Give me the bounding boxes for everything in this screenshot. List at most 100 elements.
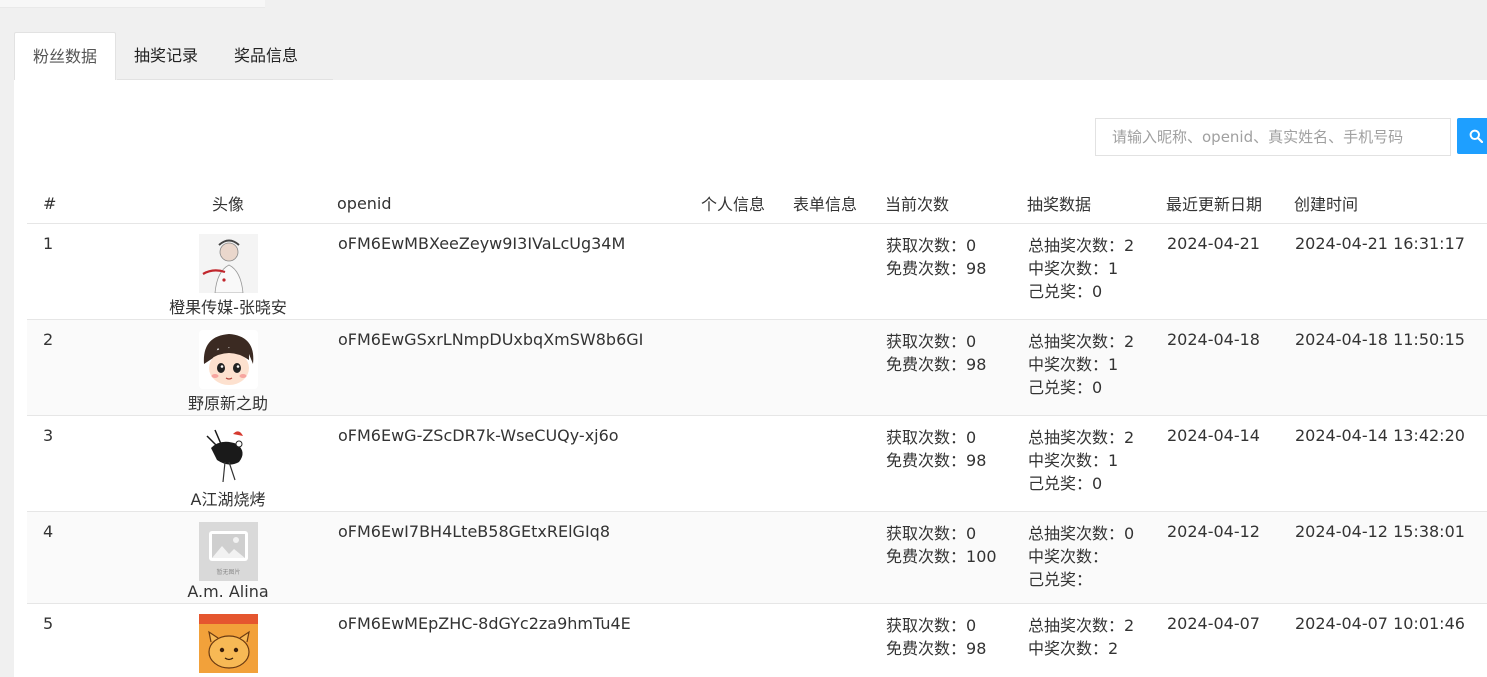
- top-strip: [0, 0, 265, 8]
- wins-label: 中奖次数：: [1028, 451, 1109, 470]
- redeemed-line: 己兑奖：0: [1028, 280, 1165, 303]
- draw-data-cell: 总抽奖次数：2 中奖次数：1 己兑奖：0: [1027, 319, 1166, 416]
- avatar-orange-cat: [198, 614, 258, 673]
- obtained-count-line: 获取次数：0: [886, 330, 1026, 353]
- avatar-nickname: A.m. Alina: [187, 582, 269, 601]
- row-index: 5: [27, 603, 119, 677]
- row-index: 4: [27, 511, 119, 604]
- tab-prize-info[interactable]: 奖品信息: [216, 32, 316, 80]
- wins-line: 中奖次数：2: [1028, 637, 1165, 660]
- redeemed-label: 己兑奖：: [1028, 570, 1093, 589]
- total-draws-value: 2: [1124, 236, 1135, 255]
- total-draws-line: 总抽奖次数：0: [1028, 522, 1165, 545]
- table-row[interactable]: 2 野原新之助 oFM6EwGSxrLNmpDUxbqXmSW8b6GI 获取次…: [27, 319, 1487, 416]
- wins-label: 中奖次数：: [1028, 355, 1109, 374]
- draw-data-cell: 总抽奖次数：2 中奖次数：1 己兑奖：0: [1027, 415, 1166, 512]
- total-draws-line: 总抽奖次数：2: [1028, 426, 1165, 449]
- table-row[interactable]: 1 橙果传媒-张晓安 oFM6EwMBXeeZeyw9I3IVaLcUg34M: [27, 223, 1487, 320]
- obtained-value: 0: [966, 332, 977, 351]
- table-row[interactable]: 3 A江湖烧烤 oFM6EwG-ZScDR7k-WseCUQy-xj6o 获取次…: [27, 415, 1487, 512]
- search-input[interactable]: [1095, 118, 1451, 156]
- col-header-avatar: 头像: [119, 183, 337, 224]
- avatar-nickname: A江湖烧烤: [190, 490, 266, 509]
- wins-line: 中奖次数：1: [1028, 257, 1165, 280]
- wins-value: 1: [1108, 355, 1119, 374]
- total-draws-value: 0: [1124, 524, 1135, 543]
- created-cell: 2024-04-21 16:31:17: [1294, 223, 1487, 320]
- personal-info-cell: [701, 603, 793, 677]
- updated-cell: 2024-04-07: [1166, 603, 1294, 677]
- col-header-personal-info: 个人信息: [701, 183, 793, 224]
- personal-info-cell: [701, 415, 793, 512]
- obtained-label: 获取次数：: [886, 428, 967, 447]
- total-draws-label: 总抽奖次数：: [1028, 616, 1125, 635]
- updated-cell: 2024-04-14: [1166, 415, 1294, 512]
- obtained-label: 获取次数：: [886, 616, 967, 635]
- tab-fans-data[interactable]: 粉丝数据: [14, 32, 117, 80]
- avatar-cell: 野原新之助: [119, 319, 337, 416]
- avatar-cartoon-girl: [198, 330, 258, 389]
- current-count-cell: 获取次数：0 免费次数：98: [885, 603, 1027, 677]
- redeemed-value: 0: [1092, 378, 1103, 397]
- avatar-photo: [198, 234, 258, 293]
- tab-draw-records[interactable]: 抽奖记录: [116, 32, 216, 80]
- wins-value: 2: [1108, 639, 1119, 658]
- avatar-cell: A江湖烧烤: [119, 415, 337, 512]
- free-value: 98: [966, 259, 987, 278]
- obtained-value: 0: [966, 428, 977, 447]
- obtained-value: 0: [966, 616, 977, 635]
- total-draws-label: 总抽奖次数：: [1028, 524, 1125, 543]
- row-index: 3: [27, 415, 119, 512]
- free-label: 免费次数：: [886, 451, 967, 470]
- free-count-line: 免费次数：98: [886, 637, 1026, 660]
- table-row[interactable]: 4 暂无图片 A.m. Alina oFM6EwI7BH4LteB58GEtxR…: [27, 511, 1487, 604]
- tab-bar: 粉丝数据 抽奖记录 奖品信息: [14, 32, 316, 80]
- total-draws-label: 总抽奖次数：: [1028, 236, 1125, 255]
- created-cell: 2024-04-12 15:38:01: [1294, 511, 1487, 604]
- personal-info-cell: [701, 319, 793, 416]
- row-index: 1: [27, 223, 119, 320]
- obtained-count-line: 获取次数：0: [886, 426, 1026, 449]
- total-draws-line: 总抽奖次数：2: [1028, 330, 1165, 353]
- openid-cell: oFM6EwI7BH4LteB58GEtxRElGIq8: [337, 511, 701, 604]
- table-row[interactable]: 5 oFM6EwMEpZHC-8dGYc2za9hmTu4E 获取次数：0 免费…: [27, 603, 1487, 677]
- redeemed-line: 己兑奖：0: [1028, 472, 1165, 495]
- form-info-cell: [793, 511, 885, 604]
- obtained-label: 获取次数：: [886, 236, 967, 255]
- form-info-cell: [793, 415, 885, 512]
- wins-line: 中奖次数：1: [1028, 449, 1165, 472]
- obtained-count-line: 获取次数：0: [886, 234, 1026, 257]
- obtained-value: 0: [966, 236, 977, 255]
- openid-cell: oFM6EwG-ZScDR7k-WseCUQy-xj6o: [337, 415, 701, 512]
- free-value: 98: [966, 355, 987, 374]
- col-header-form-info: 表单信息: [793, 183, 885, 224]
- avatar-nickname: 野原新之助: [187, 394, 268, 413]
- search-icon: [1469, 129, 1483, 143]
- form-info-cell: [793, 319, 885, 416]
- total-draws-label: 总抽奖次数：: [1028, 428, 1125, 447]
- form-info-cell: [793, 223, 885, 320]
- wins-value: 1: [1108, 259, 1119, 278]
- draw-data-cell: 总抽奖次数：2 中奖次数：2: [1027, 603, 1166, 677]
- redeemed-line: 己兑奖：0: [1028, 376, 1165, 399]
- row-index: 2: [27, 319, 119, 416]
- content-panel: # 头像 openid 个人信息 表单信息 当前次数 抽奖数据 最近更新日期 创…: [14, 80, 1487, 677]
- wins-label: 中奖次数：: [1028, 547, 1109, 566]
- personal-info-cell: [701, 223, 793, 320]
- col-header-created: 创建时间: [1294, 183, 1487, 224]
- personal-info-cell: [701, 511, 793, 604]
- free-value: 98: [966, 639, 987, 658]
- created-cell: 2024-04-14 13:42:20: [1294, 415, 1487, 512]
- search-button[interactable]: [1457, 118, 1487, 154]
- redeemed-label: 己兑奖：: [1028, 378, 1093, 397]
- obtained-count-line: 获取次数：0: [886, 522, 1026, 545]
- current-count-cell: 获取次数：0 免费次数：98: [885, 415, 1027, 512]
- current-count-cell: 获取次数：0 免费次数：98: [885, 223, 1027, 320]
- wins-line: 中奖次数：: [1028, 545, 1165, 568]
- avatar-placeholder-image: 暂无图片: [198, 522, 258, 581]
- avatar-bird-sketch: [198, 426, 258, 485]
- openid-cell: oFM6EwGSxrLNmpDUxbqXmSW8b6GI: [337, 319, 701, 416]
- obtained-count-line: 获取次数：0: [886, 614, 1026, 637]
- total-draws-value: 2: [1124, 616, 1135, 635]
- form-info-cell: [793, 603, 885, 677]
